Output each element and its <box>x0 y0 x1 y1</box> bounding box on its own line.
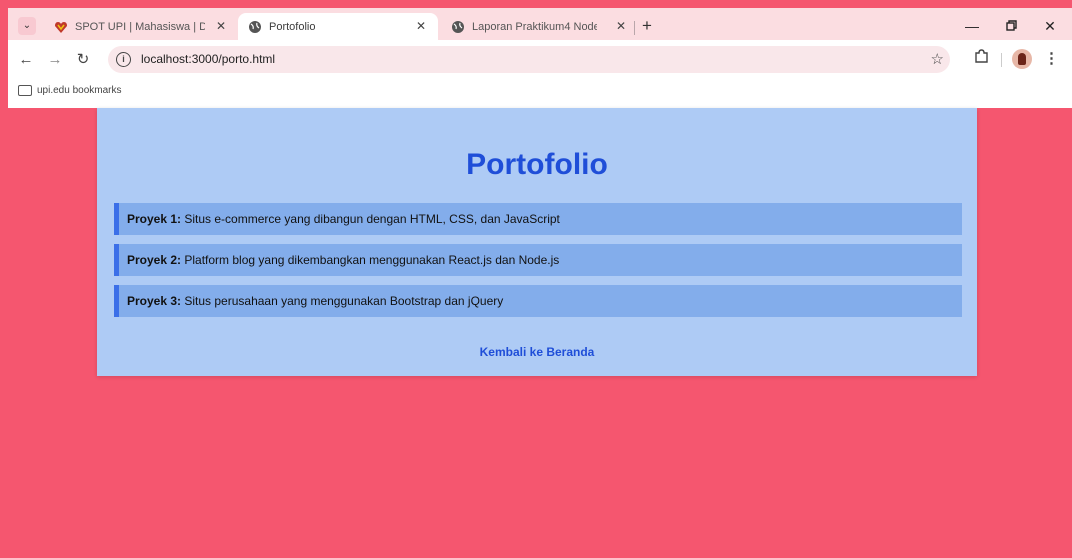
tab-spot-upi[interactable]: SPOT UPI | Mahasiswa | Dashboard ✕ <box>48 13 238 40</box>
bookmark-label: upi.edu bookmarks <box>37 85 122 96</box>
back-to-home-link[interactable]: Kembali ke Beranda <box>97 345 977 359</box>
bookmark-folder-upi[interactable]: upi.edu bookmarks <box>18 85 122 96</box>
project-list: Proyek 1: Situs e-commerce yang dibangun… <box>114 203 962 326</box>
project-item: Proyek 2: Platform blog yang dikembangka… <box>114 244 962 276</box>
project-label: Proyek 2: <box>127 253 182 267</box>
project-label: Proyek 1: <box>127 212 182 226</box>
globe-icon <box>248 20 262 34</box>
tab-divider <box>634 21 635 35</box>
minimize-icon[interactable]: — <box>962 16 982 36</box>
tab-title: Portofolio <box>269 20 316 33</box>
spot-upi-favicon-icon <box>54 20 68 34</box>
profile-avatar[interactable] <box>1012 49 1032 69</box>
kebab-menu-icon[interactable]: ⋮ <box>1044 49 1059 67</box>
tab-close-icon[interactable]: ✕ <box>214 19 228 33</box>
globe-icon <box>451 20 465 34</box>
folder-icon <box>18 85 32 96</box>
tab-laporan[interactable]: Laporan Praktikum4 Node JS_Sarah ✕ <box>443 13 638 40</box>
project-description: Situs e-commerce yang dibangun dengan HT… <box>181 212 560 226</box>
address-bar[interactable]: i localhost:3000/porto.html ☆ <box>108 46 950 73</box>
browser-toolbar: ← → ↻ i localhost:3000/porto.html ☆ ⋮ <box>8 40 1072 78</box>
new-tab-button[interactable]: + <box>642 16 652 36</box>
url-text[interactable]: localhost:3000/porto.html <box>141 52 275 66</box>
back-arrow-icon[interactable]: ← <box>17 51 35 69</box>
tab-portofolio[interactable]: Portofolio ✕ <box>238 13 438 40</box>
portfolio-container: Portofolio Proyek 1: Situs e-commerce ya… <box>97 108 977 376</box>
tab-strip: ⌄ SPOT UPI | Mahasiswa | Dashboard ✕ Por… <box>8 8 1072 40</box>
star-icon[interactable]: ☆ <box>931 50 944 68</box>
tab-close-icon[interactable]: ✕ <box>414 19 428 33</box>
page-title: Portofolio <box>466 148 608 181</box>
tab-close-icon[interactable]: ✕ <box>614 19 628 33</box>
toolbar-divider <box>1001 53 1002 67</box>
bookmarks-bar: upi.edu bookmarks <box>8 78 1072 108</box>
forward-arrow-icon[interactable]: → <box>46 51 64 69</box>
close-window-icon[interactable]: ✕ <box>1040 16 1060 36</box>
tab-title: SPOT UPI | Mahasiswa | Dashboard <box>75 20 205 33</box>
tab-title: Laporan Praktikum4 Node JS_Sarah <box>472 20 597 33</box>
project-label: Proyek 3: <box>127 294 182 308</box>
tab-search-button[interactable]: ⌄ <box>18 17 36 35</box>
project-description: Situs perusahaan yang menggunakan Bootst… <box>181 294 504 308</box>
page-viewport: Portofolio Proyek 1: Situs e-commerce ya… <box>8 108 1072 558</box>
reload-icon[interactable]: ↻ <box>74 51 92 69</box>
info-icon[interactable]: i <box>116 52 131 67</box>
project-description: Platform blog yang dikembangkan mengguna… <box>181 253 560 267</box>
puzzle-icon[interactable] <box>974 49 989 68</box>
restore-icon[interactable] <box>1001 16 1021 36</box>
project-item: Proyek 1: Situs e-commerce yang dibangun… <box>114 203 962 235</box>
project-item: Proyek 3: Situs perusahaan yang mengguna… <box>114 285 962 317</box>
